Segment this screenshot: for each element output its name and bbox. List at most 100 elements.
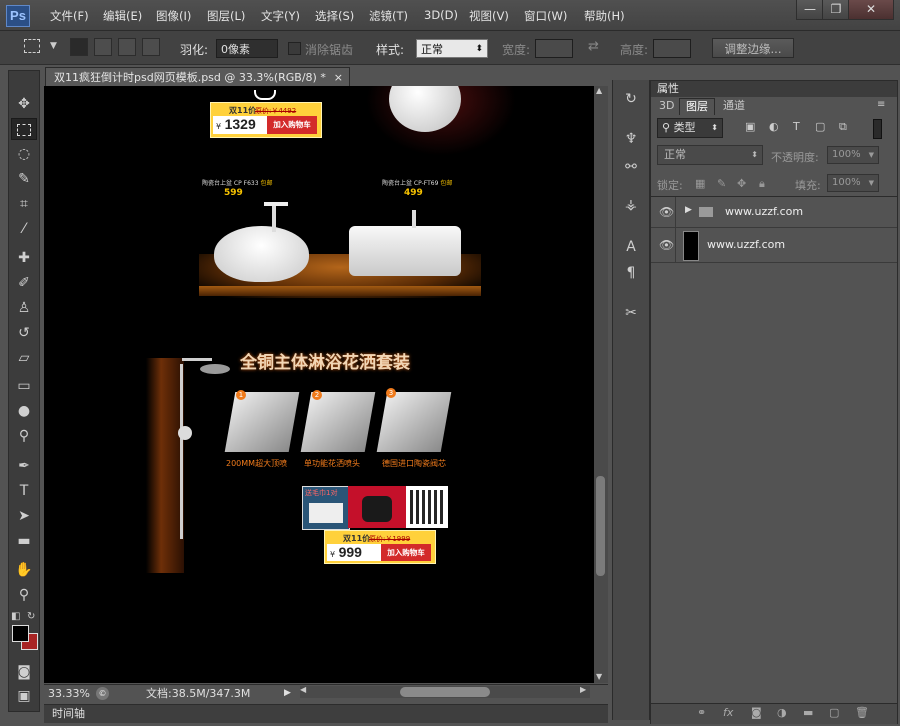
- hand-tool-icon[interactable]: ✋: [11, 559, 37, 581]
- menu-window[interactable]: 窗口(W): [524, 8, 567, 24]
- character-panel-icon[interactable]: A: [617, 236, 645, 258]
- menu-layer[interactable]: 图层(L): [207, 8, 245, 24]
- new-group-icon[interactable]: ▬: [803, 706, 813, 719]
- expand-triangle-icon[interactable]: ▶: [685, 205, 692, 215]
- menu-select[interactable]: 选择(S): [315, 8, 354, 24]
- layer-name[interactable]: www.uzzf.com: [725, 205, 803, 218]
- horizontal-scroll-thumb[interactable]: [400, 687, 490, 697]
- clone-source-icon[interactable]: ⚶: [617, 194, 645, 216]
- history-brush-tool-icon[interactable]: ↺: [11, 322, 37, 344]
- type-tool-icon[interactable]: T: [11, 480, 37, 502]
- panel-menu-icon[interactable]: ≡: [877, 99, 885, 110]
- add-to-cart-button[interactable]: 加入购物车: [381, 544, 431, 561]
- vertical-scrollbar[interactable]: ▲ ▼: [594, 86, 608, 683]
- menu-filter[interactable]: 滤镜(T): [369, 8, 408, 24]
- refine-edge-button[interactable]: 调整边缘...: [712, 38, 794, 58]
- layer-filter-select[interactable]: ⚲ 类型 ⬍: [657, 118, 723, 138]
- brush-presets-icon[interactable]: ⚯: [617, 156, 645, 178]
- pen-tool-icon[interactable]: ✒: [11, 455, 37, 477]
- filter-toggle[interactable]: [873, 119, 882, 139]
- properties-title[interactable]: 属性: [651, 81, 897, 97]
- tab-channels[interactable]: 通道: [717, 98, 751, 114]
- tab-3d[interactable]: 3D: [653, 98, 680, 114]
- vertical-scroll-thumb[interactable]: [596, 476, 605, 576]
- default-colors-icon[interactable]: ◧: [11, 611, 20, 622]
- dodge-tool-icon[interactable]: ⚲: [11, 425, 37, 447]
- screen-mode-icon[interactable]: ▣: [11, 685, 37, 707]
- add-selection-icon[interactable]: [94, 38, 112, 56]
- feather-input[interactable]: 0像素: [216, 39, 278, 58]
- close-tab-icon[interactable]: ×: [334, 68, 343, 87]
- restore-button[interactable]: ❐: [822, 0, 850, 20]
- status-menu-arrow-icon[interactable]: ▶: [284, 685, 291, 702]
- layer-name[interactable]: www.uzzf.com: [707, 238, 785, 251]
- opacity-input[interactable]: 100% ▼: [827, 146, 879, 164]
- delete-layer-icon[interactable]: 🗑︎: [855, 706, 869, 719]
- brush-panel-icon[interactable]: ♆: [617, 128, 645, 150]
- adjustment-filter-icon[interactable]: ◐: [769, 120, 779, 133]
- menu-help[interactable]: 帮助(H): [584, 8, 625, 24]
- width-input[interactable]: [535, 39, 573, 58]
- fx-icon[interactable]: fx: [723, 706, 733, 719]
- lock-all-icon[interactable]: 🔒︎: [759, 177, 765, 191]
- tool-presets-icon[interactable]: ✂: [617, 302, 645, 324]
- move-tool-icon[interactable]: ✥: [11, 93, 37, 115]
- marquee-preset-icon[interactable]: [24, 39, 40, 53]
- smart-object-filter-icon[interactable]: ⧉: [839, 120, 847, 134]
- blend-mode-select[interactable]: 正常 ⬍: [657, 145, 763, 165]
- zoom-level[interactable]: 33.33%: [48, 685, 90, 702]
- style-select[interactable]: 正常 ⬍: [416, 39, 488, 58]
- layer-row-group[interactable]: 👁︎ ▶ www.uzzf.com: [651, 197, 897, 228]
- marquee-tool-icon[interactable]: [11, 118, 37, 140]
- path-select-tool-icon[interactable]: ➤: [11, 505, 37, 527]
- timeline-panel[interactable]: 时间轴: [44, 704, 608, 723]
- quick-mask-icon[interactable]: ◙: [11, 661, 37, 683]
- chevron-down-icon[interactable]: ▼: [50, 41, 57, 51]
- lock-transparent-icon[interactable]: ▦: [695, 177, 705, 190]
- add-mask-icon[interactable]: ◙: [751, 706, 762, 719]
- scroll-right-icon[interactable]: ▶: [580, 685, 586, 694]
- scroll-up-icon[interactable]: ▲: [596, 86, 602, 95]
- height-input[interactable]: [653, 39, 691, 58]
- gradient-tool-icon[interactable]: ▭: [11, 375, 37, 397]
- paragraph-panel-icon[interactable]: ¶: [617, 262, 645, 284]
- lock-position-icon[interactable]: ✥: [737, 177, 746, 190]
- visibility-eye-icon[interactable]: 👁︎: [659, 238, 674, 252]
- quick-select-tool-icon[interactable]: ✎: [11, 168, 37, 190]
- menu-type[interactable]: 文字(Y): [261, 8, 300, 24]
- eyedropper-tool-icon[interactable]: ⁄: [11, 218, 37, 240]
- healing-brush-tool-icon[interactable]: ✚: [11, 247, 37, 269]
- swap-colors-icon[interactable]: ↻: [27, 611, 35, 622]
- swap-icon[interactable]: ⇄: [588, 39, 599, 54]
- new-layer-icon[interactable]: ▢: [829, 706, 839, 719]
- brush-tool-icon[interactable]: ✐: [11, 272, 37, 294]
- crop-tool-icon[interactable]: ⌗: [11, 193, 37, 215]
- menu-view[interactable]: 视图(V): [469, 8, 509, 24]
- history-panel-icon[interactable]: ↻: [617, 88, 645, 110]
- new-selection-icon[interactable]: [70, 38, 88, 56]
- foreground-color-swatch[interactable]: [12, 625, 29, 642]
- antialias-checkbox[interactable]: [288, 42, 301, 55]
- zoom-tool-icon[interactable]: ⚲: [11, 584, 37, 606]
- close-window-button[interactable]: ✕: [848, 0, 894, 20]
- share-icon[interactable]: ©: [96, 687, 109, 700]
- minimize-button[interactable]: —: [796, 0, 824, 20]
- link-layers-icon[interactable]: ⚭: [697, 706, 706, 719]
- document-tab[interactable]: 双11疯狂倒计时psd网页模板.psd @ 33.3%(RGB/8) * ×: [45, 67, 350, 86]
- menu-image[interactable]: 图像(I): [156, 8, 191, 24]
- horizontal-scrollbar[interactable]: ◀ ▶: [300, 685, 590, 698]
- shape-filter-icon[interactable]: ▢: [815, 120, 825, 133]
- adjustment-layer-icon[interactable]: ◑: [777, 706, 787, 719]
- scroll-down-icon[interactable]: ▼: [596, 672, 602, 681]
- type-filter-icon[interactable]: T: [793, 120, 800, 133]
- menu-file[interactable]: 文件(F): [50, 8, 89, 24]
- scroll-left-icon[interactable]: ◀: [300, 685, 306, 694]
- blur-tool-icon[interactable]: ●: [11, 400, 37, 422]
- document-canvas[interactable]: 双11价 原价:￥4492 ¥ 1329 加入购物车 陶瓷台上盆 CP F633…: [44, 86, 594, 683]
- intersect-selection-icon[interactable]: [142, 38, 160, 56]
- visibility-eye-icon[interactable]: 👁︎: [659, 205, 674, 219]
- lasso-tool-icon[interactable]: ◌: [11, 143, 37, 165]
- menu-3d[interactable]: 3D(D): [424, 8, 458, 22]
- eraser-tool-icon[interactable]: ▱: [11, 347, 37, 369]
- layer-row[interactable]: 👁︎ www.uzzf.com: [651, 228, 897, 263]
